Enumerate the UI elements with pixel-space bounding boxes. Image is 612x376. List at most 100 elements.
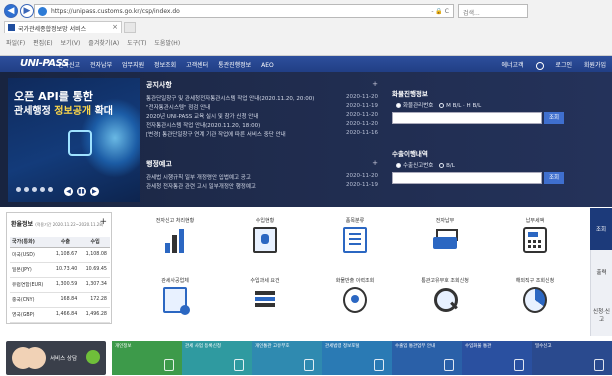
gnb-item[interactable]: 업무지원 bbox=[122, 62, 144, 69]
back-button[interactable]: ◀ bbox=[4, 4, 18, 18]
gnb-item[interactable]: 통관진행정보 bbox=[218, 62, 251, 69]
menu-bar: 파일(F) 편집(E) 보기(V) 즐겨찾기(A) 도구(T) 도움말(H) bbox=[6, 38, 186, 47]
main-banner[interactable]: 오픈 API를 통한 관세행정 정보공개 확대 ◀ ▮▮ ▶ bbox=[8, 78, 140, 202]
address-bar[interactable]: https://unipass.customs.go.kr/csp/index.… bbox=[34, 4, 454, 18]
forward-button[interactable]: ▶ bbox=[20, 4, 34, 18]
service-item-import-status[interactable]: 수입현황 bbox=[230, 212, 300, 253]
search-icon[interactable] bbox=[535, 61, 544, 70]
favicon-icon bbox=[8, 24, 15, 31]
gnb-item[interactable]: 정보조회 bbox=[154, 62, 176, 69]
quick-bar: 서비스 상담 개인정보 관세 사업 등록신청 개인통관 고유부호 관세법령 정보… bbox=[0, 340, 612, 376]
new-tab-button[interactable] bbox=[124, 22, 136, 33]
doc-icon bbox=[514, 359, 524, 371]
exchange-rate-panel: 환율정보 (적용기간 2020.11.22~2020.11.28) + 국가(통… bbox=[6, 212, 112, 324]
bar-chart-icon bbox=[163, 227, 187, 253]
notice-item[interactable]: "전자통관시스템" 점검 안내 2020-11-19 bbox=[146, 103, 378, 112]
notice-board: 공지사항 + 통관단일창구 및 관세청전자통관시스템 작업 안내(2020.11… bbox=[146, 80, 378, 139]
notice-item[interactable]: 통관단일창구 및 관세청전자통관시스템 작업 안내(2020.11.20, 20… bbox=[146, 94, 378, 103]
banner-pagination[interactable] bbox=[16, 187, 56, 194]
notice-title: 공지사항 bbox=[146, 81, 172, 89]
magnifier-icon bbox=[433, 287, 458, 313]
calculator-icon bbox=[523, 227, 547, 253]
close-tab-icon[interactable]: × bbox=[112, 23, 118, 31]
quick-link[interactable]: 관세 사업 등록신청 bbox=[182, 341, 252, 375]
export-search-input[interactable] bbox=[392, 172, 542, 184]
radio-button[interactable] bbox=[396, 103, 401, 108]
service-item-classification[interactable]: 품목분류 bbox=[320, 212, 390, 253]
consult-label: 서비스 상담 bbox=[50, 356, 78, 362]
notice-item[interactable]: 전자통관시스템 작업 안내(2020.11.20, 18:00) 2020-11-… bbox=[146, 121, 378, 130]
table-row: 일본(JPY) 10.73.40 10.69.45 bbox=[10, 262, 110, 278]
service-item-tax-amount[interactable]: 납부세액 bbox=[500, 212, 570, 253]
notice-item[interactable]: 2020년 UNI-PASS 교육 실시 및 참가 신청 안내 2020-11-2… bbox=[146, 112, 378, 121]
quick-link[interactable]: 수입화물 통관 bbox=[462, 341, 532, 375]
monitor-icon bbox=[253, 227, 277, 253]
cargo-search-options: 화물관리번호 M B/L · H B/L bbox=[392, 101, 568, 109]
tab-inquiry[interactable]: 조회 bbox=[590, 208, 612, 250]
guide-item[interactable]: 관세법 시행규칙 일부 개정령안 입법예고 공고 2020-11-20 bbox=[146, 173, 378, 182]
service-item-e-payment[interactable]: 전자납부 bbox=[410, 212, 480, 253]
tab-application[interactable]: 신청·신고 bbox=[590, 293, 612, 336]
guide-item[interactable]: 관세청 전자통관 관련 고시 일부개정안 행정예고 2020-11-19 bbox=[146, 182, 378, 191]
browser-search-input[interactable]: 검색... bbox=[458, 4, 528, 18]
prev-icon[interactable]: ◀ bbox=[64, 187, 73, 196]
exchange-rate-title: 환율정보 (적용기간 2020.11.22~2020.11.28) bbox=[11, 221, 104, 228]
cargo-search-form: 화물진행정보 화물관리번호 M B/L · H B/L 조회 bbox=[392, 88, 568, 124]
menu-file[interactable]: 파일(F) bbox=[6, 40, 25, 47]
tab-print[interactable]: 출력 bbox=[590, 250, 612, 293]
service-item-cargo-history[interactable]: 화물반출 이력조회 bbox=[320, 272, 390, 313]
signup-link[interactable]: 회원가입 bbox=[584, 62, 606, 69]
notice-item[interactable]: [변경] 통관단일창구 연계 기관 작업에 따른 서비스 중단 안내 2020-1… bbox=[146, 130, 378, 139]
export-search-button[interactable]: 조회 bbox=[544, 172, 564, 184]
next-icon[interactable]: ▶ bbox=[89, 187, 99, 196]
pause-icon[interactable]: ▮▮ bbox=[76, 187, 86, 196]
notice-more-button[interactable]: + bbox=[372, 80, 378, 88]
login-link[interactable]: 로그인 bbox=[555, 62, 572, 69]
quick-link[interactable]: 수출입 통관업무 안내 bbox=[392, 341, 462, 375]
menu-view[interactable]: 보기(V) bbox=[61, 40, 81, 47]
table-row: 유럽연합(EUR) 1,300.59 1,307.34 bbox=[10, 277, 110, 293]
doc-icon bbox=[304, 359, 314, 371]
column-header: 수입 bbox=[80, 237, 110, 248]
browser-tab[interactable]: 국가관세종합정보망 서비스 × bbox=[4, 21, 122, 33]
address-tools[interactable]: - 🔒 C bbox=[431, 8, 449, 15]
guide-more-button[interactable]: + bbox=[372, 159, 378, 167]
radio-button[interactable] bbox=[439, 163, 445, 168]
service-item-broker[interactable]: 관세사공업체 bbox=[140, 272, 210, 315]
consult-button[interactable]: 서비스 상담 bbox=[6, 341, 106, 375]
gnb-item[interactable]: AEO bbox=[261, 62, 274, 69]
exchange-rate-more-button[interactable]: + bbox=[99, 217, 107, 227]
quick-link[interactable]: 개인통관 고유부호 bbox=[252, 341, 322, 375]
doc-icon bbox=[594, 359, 604, 371]
lock-icon bbox=[68, 130, 92, 156]
quick-link[interactable]: 밀수신고 bbox=[532, 341, 612, 375]
gnb-item[interactable]: 고객센터 bbox=[186, 62, 208, 69]
radio-button[interactable] bbox=[396, 163, 401, 168]
header-link[interactable]: 에너고객 bbox=[501, 62, 523, 69]
quick-link[interactable]: 개인정보 bbox=[112, 341, 182, 375]
service-item-requirements[interactable]: 수입과세 요건 bbox=[230, 272, 300, 313]
gnb-item[interactable]: 전자신고 bbox=[58, 62, 80, 69]
cargo-search-input[interactable] bbox=[392, 112, 542, 124]
radio-button[interactable] bbox=[439, 103, 445, 108]
menu-tools[interactable]: 도구(T) bbox=[127, 40, 146, 47]
banner-controls: ◀ ▮▮ ▶ bbox=[64, 187, 101, 196]
doc-icon bbox=[374, 359, 384, 371]
doc-icon bbox=[234, 359, 244, 371]
service-item-customs-code[interactable]: 통관고유부호 조회신청 bbox=[410, 272, 480, 313]
doc-icon bbox=[164, 359, 174, 371]
site-header: UNI-PASS 전자신고 전자납부 업무지원 정보조회 고객센터 통관진행정보… bbox=[0, 56, 612, 72]
menu-favorites[interactable]: 즐겨찾기(A) bbox=[88, 40, 119, 47]
service-item-report-status[interactable]: 전자신고 처리현황 bbox=[140, 212, 210, 253]
guide-title: 행정예고 bbox=[146, 160, 172, 168]
cargo-search-button[interactable]: 조회 bbox=[544, 112, 564, 124]
gnb-item[interactable]: 전자납부 bbox=[90, 62, 112, 69]
service-item-overseas-purchase[interactable]: 해외직구 조회신청 bbox=[500, 272, 570, 313]
menu-edit[interactable]: 편집(E) bbox=[33, 40, 53, 47]
menu-help[interactable]: 도움말(H) bbox=[154, 40, 180, 47]
people-icon bbox=[12, 347, 34, 369]
export-search-form: 수출이행내역 수출신고번호 B/L 조회 bbox=[392, 148, 568, 184]
quick-link[interactable]: 관세법령 정보포털 bbox=[322, 341, 392, 375]
book-search-icon bbox=[163, 287, 190, 315]
printer-icon bbox=[433, 227, 458, 253]
